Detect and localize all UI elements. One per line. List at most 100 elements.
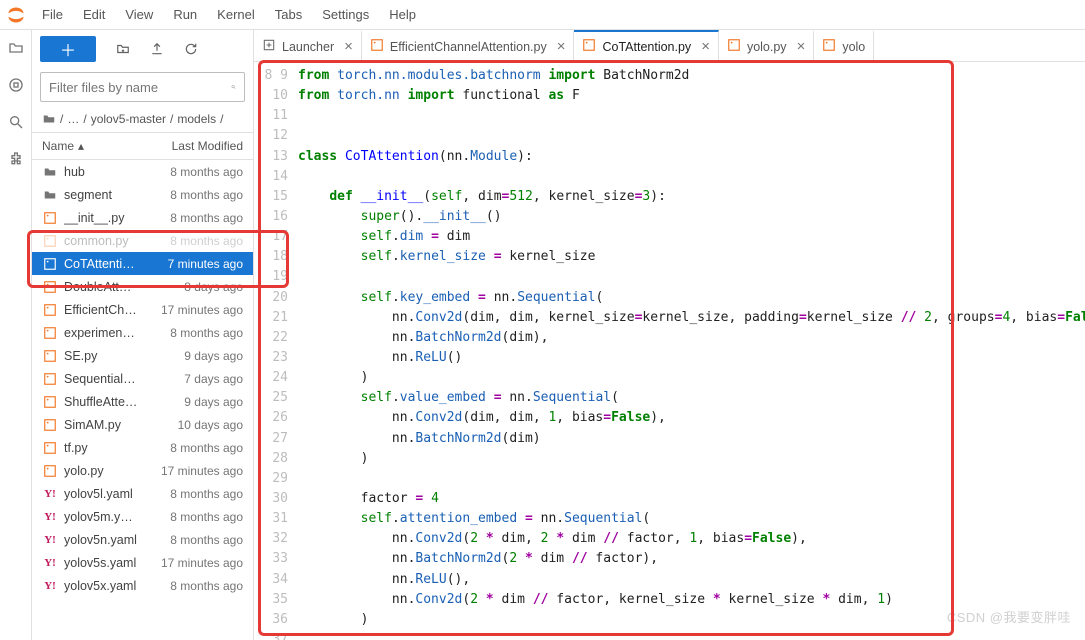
close-icon[interactable]: ×: [701, 38, 710, 55]
file-time: 10 days ago: [178, 418, 243, 432]
filter-input[interactable]: [49, 80, 225, 95]
menu-view[interactable]: View: [115, 3, 163, 26]
folder-icon[interactable]: [8, 40, 24, 59]
close-icon[interactable]: ×: [344, 38, 353, 55]
py-icon: [42, 210, 58, 226]
file-time: 8 months ago: [170, 165, 243, 179]
py-icon: [42, 440, 58, 456]
menu-help[interactable]: Help: [379, 3, 426, 26]
extensions-icon[interactable]: [8, 151, 24, 170]
file-row[interactable]: hub8 months ago: [32, 160, 253, 183]
file-row[interactable]: tf.py 8 months ago: [32, 436, 253, 459]
tab-bar: Launcher×EfficientChannelAttention.py×Co…: [254, 30, 1085, 62]
file-name: Sequential…: [64, 372, 178, 386]
close-icon[interactable]: ×: [557, 38, 566, 55]
file-name: segment: [64, 188, 164, 202]
search-icon[interactable]: [8, 114, 24, 133]
folder-icon: [42, 164, 58, 180]
file-row[interactable]: ShuffleAtte…9 days ago: [32, 390, 253, 413]
folder-icon: [42, 187, 58, 203]
tab[interactable]: yolo: [814, 30, 874, 61]
py-icon: [42, 348, 58, 364]
yaml-icon: Y!: [42, 532, 58, 548]
file-row[interactable]: SimAM.py10 days ago: [32, 413, 253, 436]
file-name: yolov5x.yaml: [64, 579, 164, 593]
file-time: 8 months ago: [170, 510, 243, 524]
file-row[interactable]: CoTAttenti…7 minutes ago: [32, 252, 253, 275]
file-name: experimen…: [64, 326, 164, 340]
tab-label: Launcher: [282, 40, 334, 54]
tab-label: yolo.py: [747, 40, 787, 54]
search-glass-icon: [231, 80, 236, 94]
watermark: CSDN @我要变胖哇: [947, 607, 1071, 626]
file-row[interactable]: Y!yolov5s.yaml17 minutes ago: [32, 551, 253, 574]
tab-icon: [822, 38, 836, 55]
file-name: __init__.py: [64, 211, 164, 225]
file-row[interactable]: DoubleAtt…8 days ago: [32, 275, 253, 298]
file-name: yolov5n.yaml: [64, 533, 164, 547]
file-row[interactable]: Y!yolov5m.y…8 months ago: [32, 505, 253, 528]
filter-input-wrap: [40, 72, 245, 102]
file-time: 17 minutes ago: [161, 556, 243, 570]
tab-label: yolo: [842, 40, 865, 54]
file-time: 8 months ago: [170, 533, 243, 547]
file-time: 8 months ago: [170, 441, 243, 455]
file-row[interactable]: Sequential… 7 days ago: [32, 367, 253, 390]
file-row[interactable]: EfficientCh…17 minutes ago: [32, 298, 253, 321]
file-time: 17 minutes ago: [161, 303, 243, 317]
file-time: 8 months ago: [170, 326, 243, 340]
file-time: 7 days ago: [184, 372, 243, 386]
file-row[interactable]: Y!yolov5l.yaml8 months ago: [32, 482, 253, 505]
py-icon: [42, 256, 58, 272]
file-name: DoubleAtt…: [64, 280, 178, 294]
tab-label: EfficientChannelAttention.py: [390, 40, 547, 54]
py-icon: [42, 302, 58, 318]
new-folder-icon[interactable]: [116, 42, 130, 56]
tab-icon: [262, 38, 276, 55]
menu-run[interactable]: Run: [163, 3, 207, 26]
file-row[interactable]: yolo.py17 minutes ago: [32, 459, 253, 482]
code-content[interactable]: from torch.nn.modules.batchnorm import B…: [298, 66, 1085, 640]
tab-icon: [727, 38, 741, 55]
file-time: 8 months ago: [170, 579, 243, 593]
menu-kernel[interactable]: Kernel: [207, 3, 265, 26]
file-name: yolo.py: [64, 464, 155, 478]
menu-tabs[interactable]: Tabs: [265, 3, 312, 26]
file-row[interactable]: experimen… 8 months ago: [32, 321, 253, 344]
file-name: tf.py: [64, 441, 164, 455]
breadcrumb[interactable]: / … / yolov5-master / models /: [32, 106, 253, 133]
close-icon[interactable]: ×: [797, 38, 806, 55]
file-time: 8 months ago: [170, 234, 243, 248]
file-list: hub8 months agosegment8 months ago__init…: [32, 160, 253, 640]
py-icon: [42, 371, 58, 387]
tab-label: CoTAttention.py: [602, 40, 691, 54]
file-name: CoTAttenti…: [64, 257, 162, 271]
file-row[interactable]: SE.py9 days ago: [32, 344, 253, 367]
tab[interactable]: yolo.py ×: [719, 30, 814, 61]
menu-settings[interactable]: Settings: [312, 3, 379, 26]
file-row[interactable]: __init__.py 8 months ago: [32, 206, 253, 229]
running-icon[interactable]: [8, 77, 24, 96]
file-row[interactable]: common.py8 months ago: [32, 229, 253, 252]
menu-file[interactable]: File: [32, 3, 73, 26]
tab[interactable]: EfficientChannelAttention.py ×: [362, 30, 575, 61]
refresh-icon[interactable]: [184, 42, 198, 56]
tab[interactable]: CoTAttention.py ×: [574, 30, 718, 61]
file-toolbar: ＋: [32, 30, 253, 68]
py-icon: [42, 325, 58, 341]
file-time: 8 months ago: [170, 211, 243, 225]
py-icon: [42, 417, 58, 433]
upload-icon[interactable]: [150, 42, 164, 56]
tab[interactable]: Launcher ×: [254, 30, 362, 61]
main-panel: Launcher×EfficientChannelAttention.py×Co…: [254, 30, 1085, 640]
py-icon: [42, 394, 58, 410]
file-row[interactable]: Y!yolov5x.yaml8 months ago: [32, 574, 253, 597]
file-list-header[interactable]: Name▴ Last Modified: [32, 133, 253, 160]
code-editor[interactable]: 8 9 10 11 12 13 14 15 16 17 18 19 20 21 …: [254, 62, 1085, 640]
file-name: yolov5s.yaml: [64, 556, 155, 570]
menu-edit[interactable]: Edit: [73, 3, 115, 26]
file-row[interactable]: Y! yolov5n.yaml 8 months ago: [32, 528, 253, 551]
file-row[interactable]: segment8 months ago: [32, 183, 253, 206]
new-launcher-button[interactable]: ＋: [40, 36, 96, 62]
tab-icon: [582, 38, 596, 55]
